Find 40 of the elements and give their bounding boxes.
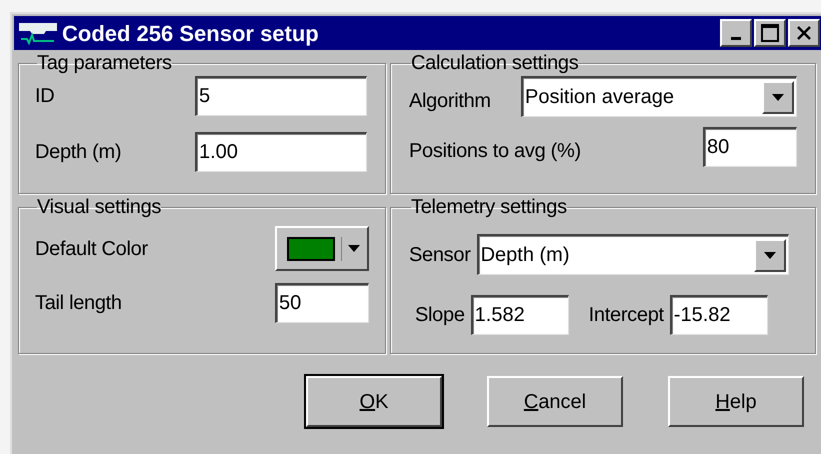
- caret-icon: [772, 94, 784, 100]
- maximize-button[interactable]: [754, 19, 786, 47]
- minimize-button[interactable]: [720, 19, 752, 47]
- caret-icon: [348, 245, 360, 252]
- dropdown-field[interactable]: Depth (m): [476, 234, 789, 275]
- minimize-icon: [731, 36, 741, 40]
- field-label: Default Color: [35, 236, 148, 262]
- field-label: Algorithm: [409, 88, 491, 114]
- dropdown-button[interactable]: [762, 80, 794, 114]
- group-title: Calculation settings: [411, 52, 578, 74]
- field-label: Depth (m): [35, 140, 122, 165]
- close-button[interactable]: [788, 19, 820, 47]
- dropdown-button[interactable]: [754, 238, 786, 272]
- field-label: Positions to avg (%): [409, 139, 581, 164]
- app-icon: [18, 21, 58, 45]
- field-label: Intercept: [588, 303, 664, 328]
- dropdown-field[interactable]: Position average: [521, 76, 797, 117]
- field-label: Slope: [415, 303, 465, 328]
- group-title: Visual settings: [37, 196, 162, 218]
- field-label: ID: [35, 84, 54, 109]
- dialog-button[interactable]: OK: [306, 376, 442, 427]
- dialog-button[interactable]: Cancel: [487, 376, 623, 427]
- caret-icon: [764, 252, 776, 258]
- id-field[interactable]: 5: [195, 76, 367, 116]
- positions-field[interactable]: 80: [703, 127, 797, 167]
- intercept-field[interactable]: -15.82: [670, 295, 768, 335]
- dropdown-value: Depth (m): [480, 243, 570, 268]
- group-title: Tag parameters: [37, 52, 172, 74]
- dialog-button[interactable]: Help: [668, 376, 804, 427]
- group-title: Telemetry settings: [411, 196, 567, 218]
- close-icon: [796, 25, 812, 41]
- field-label: Tail length: [35, 291, 122, 316]
- window-title: Coded 256 Sensor setup: [62, 20, 320, 48]
- maximize-icon: [761, 24, 779, 42]
- field-label: Sensor: [409, 242, 471, 268]
- dropdown-value: Position average: [525, 85, 674, 110]
- tail-length-field[interactable]: 50: [275, 283, 369, 323]
- depth-field[interactable]: 1.00: [195, 132, 367, 172]
- color-picker-button[interactable]: [275, 226, 369, 271]
- slope-field[interactable]: 1.582: [470, 295, 569, 335]
